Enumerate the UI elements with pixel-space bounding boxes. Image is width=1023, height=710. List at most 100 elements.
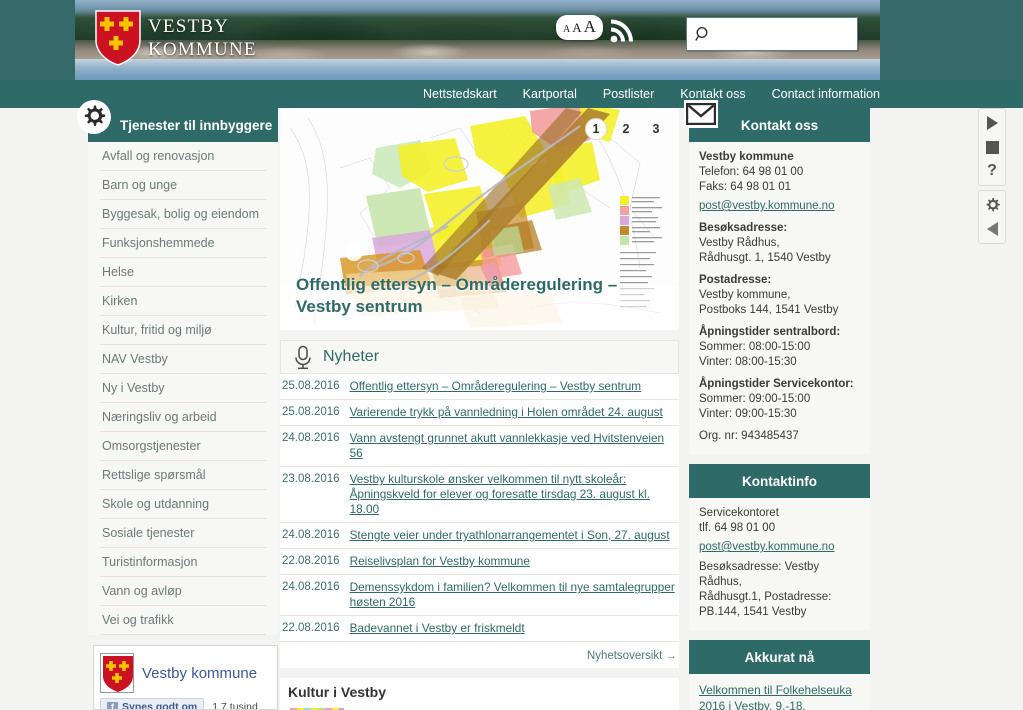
- facebook-like-button[interactable]: f Synes godt om: [100, 698, 205, 709]
- gear-icon[interactable]: [979, 193, 1005, 217]
- list-item[interactable]: Vei og trafikk: [100, 606, 266, 635]
- service-link-rettslige[interactable]: Rettslige spørsmål: [100, 461, 266, 489]
- news-link[interactable]: Badevannet i Vestby er friskmeldt: [350, 621, 525, 636]
- table-row[interactable]: 24.08.2016 Vann avstengt grunnet akutt v…: [280, 426, 679, 467]
- list-item[interactable]: Rettslige spørsmål: [100, 461, 266, 490]
- main-column: Offentlig ettersyn – Områderegulering – …: [280, 108, 679, 710]
- list-item[interactable]: Næringsliv og arbeid: [100, 403, 266, 432]
- service-link-barn[interactable]: Barn og unge: [100, 171, 266, 199]
- list-item[interactable]: Turistinformasjon: [100, 548, 266, 577]
- list-item[interactable]: Funksjonshemmede: [100, 229, 266, 258]
- contact-email-link[interactable]: post@vestby.kommune.no: [699, 200, 834, 212]
- akkurat-na-box: Akkurat nå Velkommen til Folkehelseuka 2…: [689, 640, 870, 710]
- facebook-page-name[interactable]: Vestby kommune: [142, 665, 257, 682]
- kultur-panel: Kultur i Vestby: [280, 678, 679, 710]
- news-list: 25.08.2016 Offentlig ettersyn – Områdere…: [280, 374, 679, 668]
- stop-icon[interactable]: [979, 135, 1005, 159]
- news-link[interactable]: Vann avstengt grunnet akutt vannlekkasje…: [350, 431, 677, 461]
- service-link-skole[interactable]: Skole og utdanning: [100, 490, 266, 518]
- service-link-sosiale[interactable]: Sosiale tjenester: [100, 519, 266, 547]
- list-item[interactable]: Kirken: [100, 287, 266, 316]
- hero-slide-1[interactable]: 1: [585, 118, 607, 140]
- service-link-funksjonshemmede[interactable]: Funksjonshemmede: [100, 229, 266, 257]
- news-link[interactable]: Offentlig ettersyn – Områderegulering – …: [350, 379, 642, 394]
- hero-slide-2[interactable]: 2: [615, 118, 637, 140]
- news-panel: Nyheter 25.08.2016 Offentlig ettersyn – …: [280, 340, 679, 668]
- kontaktinfo-box: Kontaktinfo Servicekontoret tlf. 64 98 0…: [689, 464, 870, 630]
- hours-switchboard-winter: Vinter: 08:00-15:30: [699, 356, 797, 368]
- facebook-like-row: f Synes godt om 1,7 tusind: [94, 695, 277, 709]
- nav-item-postlister[interactable]: Postlister: [603, 87, 654, 101]
- kultur-thumbnail[interactable]: UNG iVE ST: [288, 706, 346, 710]
- list-item[interactable]: NAV Vestby: [100, 345, 266, 374]
- table-row[interactable]: 25.08.2016 Varierende trykk på vannledni…: [280, 400, 679, 426]
- hero-caption[interactable]: Offentlig ettersyn – Områderegulering – …: [296, 274, 619, 318]
- news-link[interactable]: Vestby kulturskole ønsker velkommen til …: [350, 472, 677, 517]
- collapse-icon[interactable]: [979, 217, 1005, 241]
- list-item[interactable]: Byggesak, bolig og eiendom: [100, 200, 266, 229]
- table-row[interactable]: 22.08.2016 Reiselivsplan for Vestby komm…: [280, 549, 679, 575]
- kontaktinfo-email-link[interactable]: post@vestby.kommune.no: [699, 541, 834, 553]
- news-link[interactable]: Stengte veier under tryathlonarrangement…: [350, 528, 670, 543]
- service-link-avfall[interactable]: Avfall og renovasjon: [100, 142, 266, 170]
- text-size-medium[interactable]: A: [572, 20, 581, 36]
- service-link-vei[interactable]: Vei og trafikk: [100, 606, 266, 634]
- list-item[interactable]: Skole og utdanning: [100, 490, 266, 519]
- list-item[interactable]: Omsorgstjenester: [100, 432, 266, 461]
- news-link[interactable]: Demenssykdom i familien? Velkommen til n…: [350, 580, 677, 610]
- text-size-control[interactable]: A A A: [556, 15, 603, 40]
- kontaktinfo-office: Servicekontoret: [699, 507, 779, 519]
- contact-us-title: Kontakt oss: [740, 117, 819, 133]
- table-row[interactable]: 25.08.2016 Offentlig ettersyn – Områdere…: [280, 374, 679, 400]
- nav-item-nettstedskart[interactable]: Nettstedskart: [423, 87, 497, 101]
- services-title: Tjenester til innbyggere: [120, 117, 273, 133]
- table-row[interactable]: 22.08.2016 Badevannet i Vestby er friskm…: [280, 616, 679, 642]
- service-link-naringsliv[interactable]: Næringsliv og arbeid: [100, 403, 266, 431]
- news-overview-link[interactable]: Nyhetsoversikt →: [280, 642, 679, 668]
- play-icon[interactable]: [979, 111, 1005, 135]
- kultur-link-ung-i-vestby[interactable]: Ung i Vestby.no: [360, 706, 671, 710]
- facebook-page-avatar: [100, 653, 134, 693]
- list-item[interactable]: Ny i Vestby: [100, 374, 266, 403]
- help-icon[interactable]: ?: [979, 159, 1005, 183]
- hero-carousel[interactable]: Offentlig ettersyn – Områderegulering – …: [280, 108, 679, 330]
- service-link-nav[interactable]: NAV Vestby: [100, 345, 266, 373]
- news-date: 24.08.2016: [282, 432, 340, 444]
- search-input[interactable]: [717, 18, 855, 50]
- news-date: 22.08.2016: [282, 622, 340, 634]
- service-link-byggesak[interactable]: Byggesak, bolig og eiendom: [100, 200, 266, 228]
- nav-item-contact-information[interactable]: Contact information: [772, 87, 880, 101]
- list-item[interactable]: Avfall og renovasjon: [100, 142, 266, 171]
- list-item[interactable]: Helse: [100, 258, 266, 287]
- service-link-turist[interactable]: Turistinformasjon: [100, 548, 266, 576]
- service-link-vann[interactable]: Vann og avløp: [100, 577, 266, 605]
- nav-item-kartportal[interactable]: Kartportal: [523, 87, 577, 101]
- nav-item-kontakt-oss[interactable]: Kontakt oss: [680, 87, 745, 101]
- table-row[interactable]: 24.08.2016 Demenssykdom i familien? Velk…: [280, 575, 679, 616]
- contact-post-line1: Vestby kommune,: [699, 289, 791, 301]
- facebook-like-widget[interactable]: Vestby kommune f Synes godt om 1,7 tusin…: [93, 645, 278, 710]
- list-item[interactable]: Kultur, fritid og miljø: [100, 316, 266, 345]
- table-row[interactable]: 24.08.2016 Stengte veier under tryathlon…: [280, 523, 679, 549]
- search-box[interactable]: [686, 17, 858, 51]
- hero-slide-3[interactable]: 3: [645, 118, 667, 140]
- service-link-kultur[interactable]: Kultur, fritid og miljø: [100, 316, 266, 344]
- news-link[interactable]: Varierende trykk på vannledning i Holen …: [350, 405, 663, 420]
- site-title[interactable]: VESTBY KOMMUNE: [148, 15, 257, 61]
- text-size-large[interactable]: A: [584, 17, 596, 37]
- service-link-omsorg[interactable]: Omsorgstjenester: [100, 432, 266, 460]
- list-item[interactable]: Sosiale tjenester: [100, 519, 266, 548]
- news-link[interactable]: Reiselivsplan for Vestby kommune: [350, 554, 530, 569]
- table-row[interactable]: 23.08.2016 Vestby kulturskole ønsker vel…: [280, 467, 679, 523]
- text-size-small[interactable]: A: [563, 24, 570, 35]
- akkurat-link-folkehelseuka[interactable]: Velkommen til Folkehelseuka 2016 i Vestb…: [699, 682, 860, 710]
- list-item[interactable]: Barn og unge: [100, 171, 266, 200]
- service-link-helse[interactable]: Helse: [100, 258, 266, 286]
- contact-fax: Faks: 64 98 01 01: [699, 181, 792, 193]
- service-link-kirken[interactable]: Kirken: [100, 287, 266, 315]
- list-item[interactable]: Vann og avløp: [100, 577, 266, 606]
- service-link-ny-i-vestby[interactable]: Ny i Vestby: [100, 374, 266, 402]
- rss-icon[interactable]: [609, 18, 635, 49]
- akkurat-na-title: Akkurat nå: [744, 649, 815, 665]
- coat-of-arms-logo[interactable]: [95, 10, 141, 66]
